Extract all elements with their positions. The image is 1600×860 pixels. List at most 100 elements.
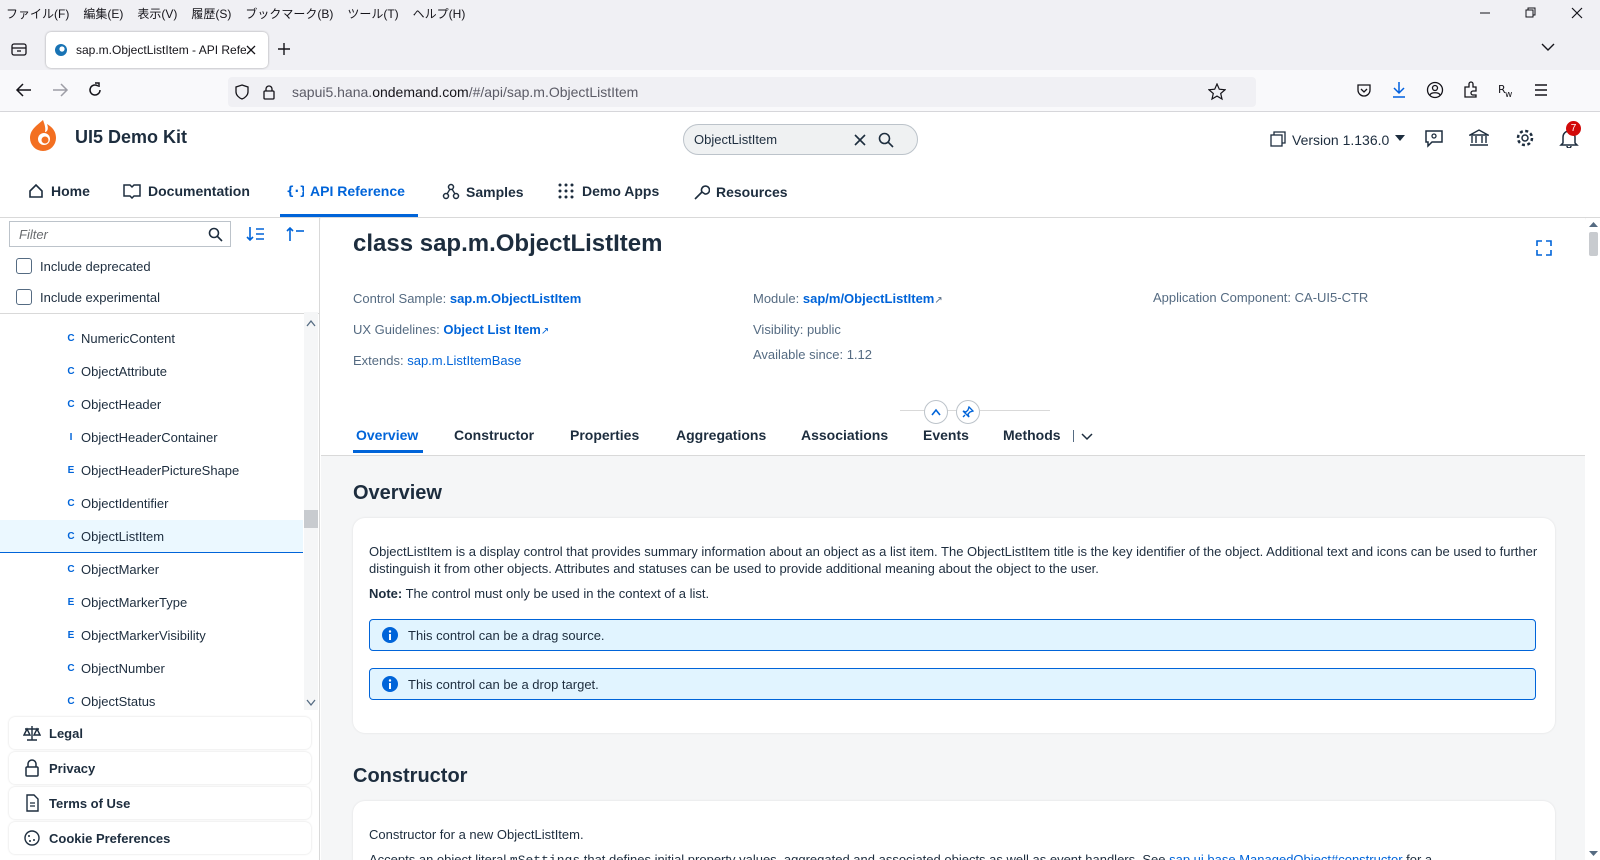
constructor-details: Accepts an object literal mSettings that… [369, 851, 1432, 860]
collapse-header-button[interactable] [924, 400, 948, 424]
translate-extension-button[interactable]: Rw [1497, 81, 1515, 99]
menu-help[interactable]: ヘルプ(H) [413, 5, 466, 22]
nav-resources[interactable]: Resources [692, 183, 788, 201]
include-deprecated-checkbox[interactable] [16, 258, 32, 274]
tab-aggregations[interactable]: Aggregations [676, 427, 766, 443]
nav-demo-apps[interactable]: Demo Apps [558, 183, 659, 199]
reload-button[interactable] [86, 81, 104, 99]
overview-note: Note: The control must only be used in t… [369, 586, 710, 601]
version-select[interactable]: Version 1.136.0 [1292, 132, 1389, 148]
settings-button[interactable] [1515, 128, 1535, 148]
lock-icon[interactable] [262, 84, 276, 100]
managed-object-link[interactable]: sap.ui.base.ManagedObject#constructor [1169, 852, 1402, 860]
tree-item[interactable]: C ObjectNumber [0, 652, 303, 685]
nav-api-reference[interactable]: {·} API Reference [286, 183, 405, 199]
footer-cookie-preferences[interactable]: Cookie Preferences [9, 822, 311, 854]
content-scrollbar-thumb[interactable] [1589, 232, 1598, 256]
browser-tab[interactable]: sap.m.ObjectListItem - API Refe [46, 32, 268, 68]
ux-guidelines-link[interactable]: Object List Item [443, 322, 541, 337]
search-input[interactable]: ObjectListItem [683, 124, 918, 155]
menu-view[interactable]: 表示(V) [137, 5, 177, 22]
tree-item[interactable]: E ObjectHeaderPictureShape [0, 454, 303, 487]
scroll-up-icon[interactable] [306, 319, 316, 327]
legal-institution-button[interactable] [1469, 128, 1489, 148]
close-window-button[interactable] [1554, 0, 1600, 26]
include-deprecated-option[interactable]: Include deprecated [16, 258, 151, 274]
tab-associations[interactable]: Associations [801, 427, 888, 443]
tab-list-icon[interactable] [10, 40, 28, 58]
search-icon[interactable] [208, 227, 223, 242]
menu-tools[interactable]: ツール(T) [347, 5, 398, 22]
ui5-favicon-icon [55, 44, 67, 56]
ui5-logo[interactable] [26, 118, 60, 152]
tab-overview[interactable]: Overview [356, 427, 418, 443]
restore-button[interactable] [1508, 0, 1554, 26]
tree-item[interactable]: C ObjectListItem [0, 520, 303, 553]
tab-methods[interactable]: Methods [1003, 427, 1061, 443]
tab-properties[interactable]: Properties [570, 427, 639, 443]
app-title[interactable]: UI5 Demo Kit [75, 127, 187, 148]
shield-icon[interactable] [234, 84, 250, 100]
include-experimental-checkbox[interactable] [16, 289, 32, 305]
menu-file[interactable]: ファイル(F) [6, 5, 69, 22]
tree-item[interactable]: E ObjectMarkerVisibility [0, 619, 303, 652]
version-icon [1270, 130, 1288, 148]
expand-all-button[interactable] [246, 226, 266, 242]
filter-input[interactable]: Filter [9, 221, 231, 247]
tree-item[interactable]: E ObjectMarkerType [0, 586, 303, 619]
url-text[interactable]: sapui5.hana.ondemand.com/#/api/sap.m.Obj… [292, 84, 638, 100]
new-tab-button[interactable] [276, 41, 292, 57]
footer-privacy[interactable]: Privacy [9, 752, 311, 784]
tree-item[interactable]: C ObjectAttribute [0, 355, 303, 388]
extensions-button[interactable] [1462, 81, 1480, 99]
tree-item[interactable]: I ObjectHeaderContainer [0, 421, 303, 454]
tab-events[interactable]: Events [923, 427, 969, 443]
feedback-button[interactable] [1424, 128, 1444, 148]
menu-bar: ファイル(F) 編集(E) 表示(V) 履歴(S) ブックマーク(B) ツール(… [0, 0, 1600, 26]
include-experimental-option[interactable]: Include experimental [16, 289, 160, 305]
account-button[interactable] [1426, 81, 1444, 99]
tree-item[interactable]: C ObjectIdentifier [0, 487, 303, 520]
search-icon[interactable] [878, 132, 894, 148]
control-sample-link[interactable]: sap.m.ObjectListItem [450, 291, 581, 306]
tree-item[interactable]: C ObjectMarker [0, 553, 303, 586]
content-scroll-down-icon[interactable] [1589, 850, 1598, 857]
nav-samples[interactable]: Samples [442, 183, 524, 201]
forward-button[interactable] [51, 82, 69, 98]
fullscreen-button[interactable] [1536, 240, 1552, 256]
tab-title: sap.m.ObjectListItem - API Refe [76, 43, 246, 57]
tree-item-kind: I [69, 432, 73, 443]
app-menu-button[interactable] [1533, 82, 1549, 98]
content-scroll-up-icon[interactable] [1589, 221, 1598, 228]
pin-header-button[interactable] [956, 400, 980, 424]
nav-home[interactable]: Home [28, 183, 90, 199]
menu-history[interactable]: 履歴(S) [191, 5, 231, 22]
menu-bookmarks[interactable]: ブックマーク(B) [245, 5, 333, 22]
scroll-down-icon[interactable] [306, 699, 316, 707]
caret-down-icon[interactable] [1395, 135, 1405, 143]
clear-search-icon[interactable] [854, 134, 866, 146]
module-link[interactable]: sap/m/ObjectListItem [803, 291, 934, 306]
nav-documentation[interactable]: Documentation [123, 183, 250, 199]
collapse-all-button[interactable] [286, 226, 306, 242]
footer-legal[interactable]: Legal [9, 717, 311, 749]
list-all-tabs-button[interactable] [1541, 42, 1555, 52]
tab-constructor[interactable]: Constructor [454, 427, 534, 443]
close-tab-icon[interactable] [246, 45, 256, 55]
tree-item[interactable]: C ObjectHeader [0, 388, 303, 421]
downloads-button[interactable] [1391, 81, 1407, 99]
menu-edit[interactable]: 編集(E) [83, 5, 123, 22]
bookmark-star-icon[interactable] [1208, 83, 1226, 101]
tree-item[interactable]: C NumericContent [0, 322, 303, 355]
cookie-icon [24, 830, 40, 846]
minimize-button[interactable] [1462, 0, 1508, 26]
tree-item[interactable]: C ObjectStatus [0, 685, 303, 718]
extends-link[interactable]: sap.m.ListItemBase [407, 353, 521, 368]
pocket-button[interactable] [1356, 82, 1372, 98]
back-button[interactable] [15, 82, 33, 98]
more-tabs-button[interactable] [1081, 433, 1093, 441]
footer-terms[interactable]: Terms of Use [9, 787, 311, 819]
tree-scrollbar-thumb[interactable] [304, 510, 318, 528]
url-bar[interactable]: sapui5.hana.ondemand.com/#/api/sap.m.Obj… [228, 77, 1256, 107]
content-scrollbar[interactable] [1586, 218, 1600, 860]
